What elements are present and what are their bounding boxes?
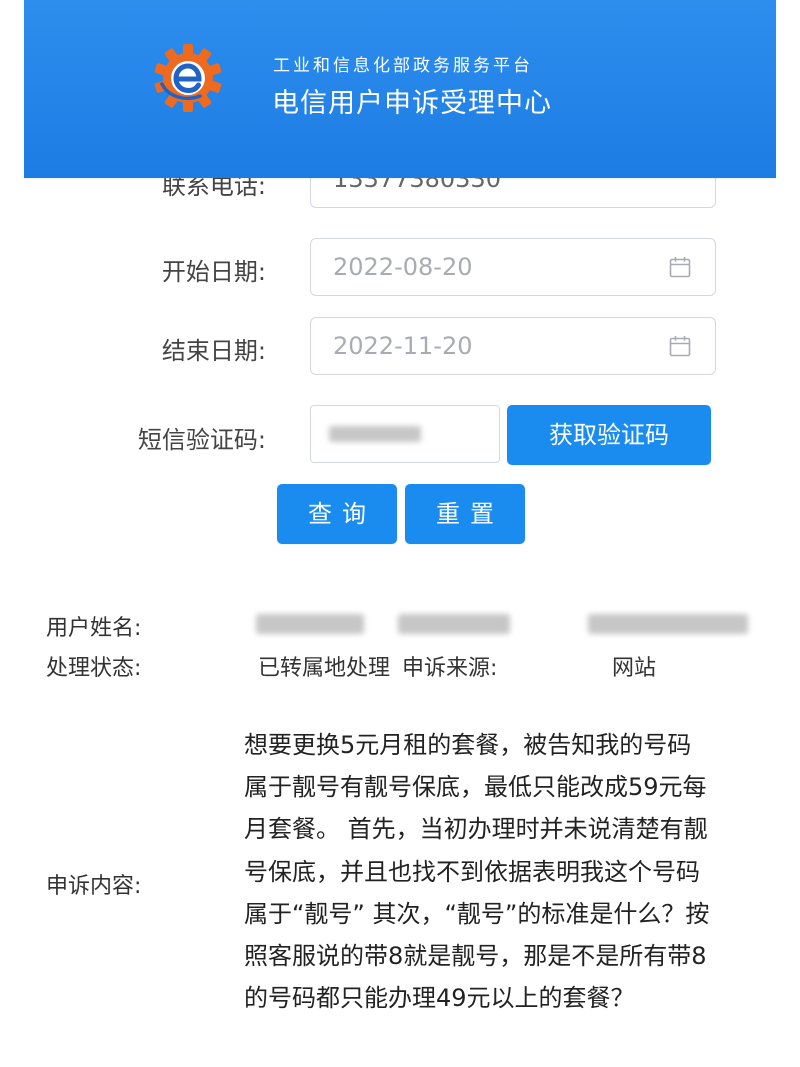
sms-code-label: 短信验证码: (137, 426, 266, 454)
end-date-label: 结束日期: (161, 337, 266, 365)
sms-code-input[interactable] (310, 405, 500, 463)
query-button[interactable]: 查询 (277, 484, 397, 544)
status-label: 处理状态: (46, 656, 142, 681)
end-date-input[interactable]: 2022-11-20 (310, 317, 716, 375)
header-subtitle: 工业和信息化部政务服务平台 (273, 56, 533, 76)
redacted-user-info (398, 614, 510, 634)
reset-button[interactable]: 重置 (405, 484, 525, 544)
complaint-content: 想要更换5元月租的套餐，被告知我的号码属于靓号有靓号保底，最低只能改成59元每月… (244, 731, 710, 1013)
start-date-input[interactable]: 2022-08-20 (310, 238, 716, 296)
redacted-user-detail (588, 614, 748, 634)
calendar-icon[interactable] (669, 256, 691, 278)
start-date-label: 开始日期: (161, 258, 266, 286)
status-value: 已转属地处理 (258, 656, 391, 681)
header-banner: 工业和信息化部政务服务平台 电信用户申诉受理中心 (24, 0, 776, 178)
calendar-icon[interactable] (669, 335, 691, 357)
redacted-code (329, 426, 421, 442)
user-name-label: 用户姓名: (46, 616, 142, 641)
header-title: 电信用户申诉受理中心 (272, 88, 552, 119)
source-label: 申诉来源: (402, 656, 498, 681)
start-date-value: 2022-08-20 (333, 253, 473, 281)
get-code-button[interactable]: 获取验证码 (507, 405, 711, 465)
end-date-value: 2022-11-20 (333, 332, 473, 360)
redacted-user-name (256, 614, 364, 634)
content-label: 申诉内容: (46, 874, 142, 899)
gear-e-logo-icon (154, 44, 222, 112)
source-value: 网站 (612, 656, 657, 681)
